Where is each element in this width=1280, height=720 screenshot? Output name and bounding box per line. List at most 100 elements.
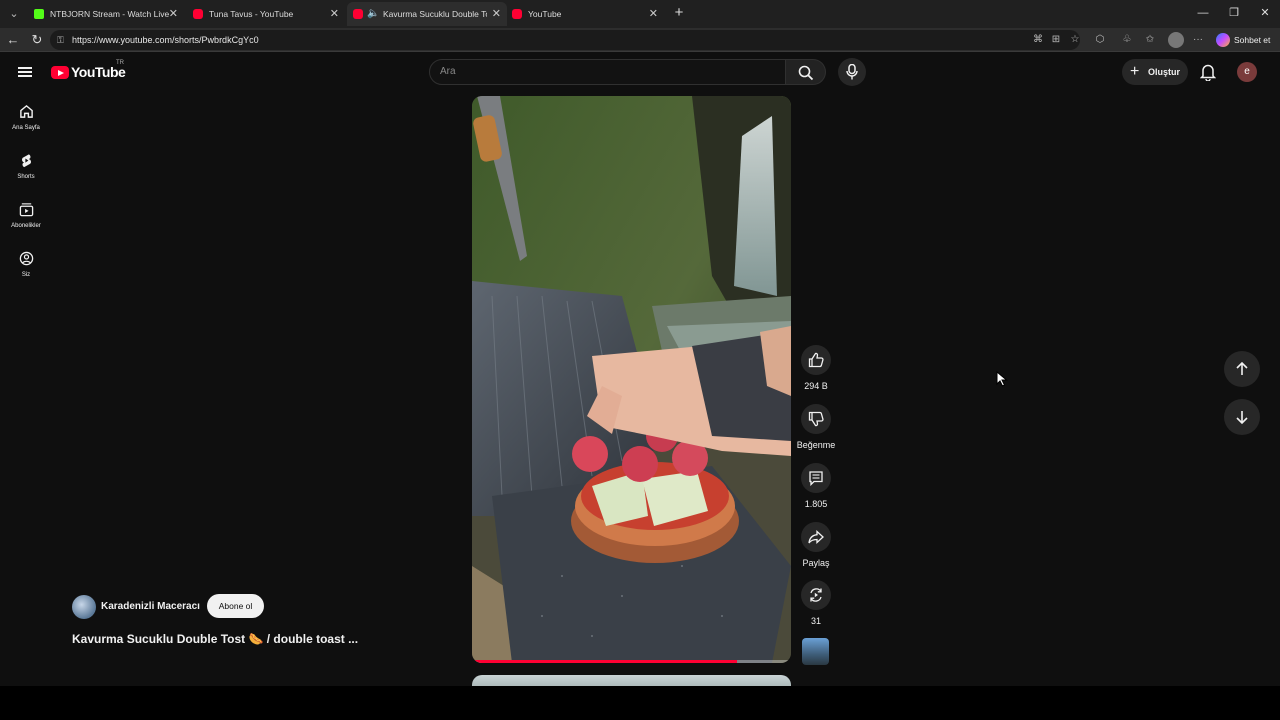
kick-icon	[34, 9, 44, 19]
share-action[interactable]: Paylaş	[796, 522, 836, 568]
speaker-icon[interactable]: 🔈	[367, 2, 379, 26]
extensions-icon[interactable]: ⬡	[1092, 32, 1108, 48]
browser-tab-kavurma[interactable]: 🔈 Kavurma Sucuklu Double Tost ✕	[347, 2, 507, 26]
guide-item-subscriptions[interactable]: Abonelikler	[4, 202, 48, 242]
guide-item-shorts[interactable]: Shorts	[4, 153, 48, 193]
like-count: 294 B	[804, 381, 828, 391]
screen-bottom-strip	[0, 686, 1280, 720]
short-title[interactable]: Kavurma Sucuklu Double Tost 🌭 / double t…	[72, 632, 392, 646]
dislike-button[interactable]	[801, 404, 831, 434]
browser-tab-tuna-tavus[interactable]: Tuna Tavus - YouTube ✕	[187, 2, 345, 26]
close-tab-icon[interactable]: ✕	[649, 2, 658, 26]
back-button[interactable]: ←	[4, 31, 22, 49]
close-tab-icon[interactable]: ✕	[330, 2, 339, 26]
notifications-icon[interactable]	[1198, 61, 1218, 83]
minimize-button[interactable]: —	[1193, 4, 1213, 22]
mouse-cursor-icon	[996, 371, 1008, 387]
microphone-icon	[846, 64, 858, 80]
comments-button[interactable]	[801, 463, 831, 493]
tab-title: YouTube	[528, 9, 562, 19]
short-video-player[interactable]	[472, 96, 791, 663]
tab-title: NTBJORN Stream - Watch Live on	[50, 9, 172, 19]
browser-tab-ntbjorn[interactable]: NTBJORN Stream - Watch Live on ✕	[28, 2, 184, 26]
new-tab-button[interactable]: +	[670, 3, 688, 23]
you-icon	[19, 251, 34, 266]
close-tab-icon[interactable]: ✕	[492, 2, 501, 26]
search-icon	[798, 65, 814, 81]
account-avatar[interactable]: e	[1237, 62, 1257, 82]
browser-toolbar: ← ↻ ⚿ https://www.youtube.com/shorts/Pwb…	[0, 28, 1280, 52]
copilot-chat-button[interactable]: Sohbet et	[1212, 30, 1276, 50]
video-frame	[472, 96, 791, 663]
create-button[interactable]: + Oluştur	[1122, 59, 1188, 85]
comment-count: 1.805	[804, 499, 828, 509]
close-window-button[interactable]: ✕	[1255, 4, 1275, 22]
region-code: TR	[116, 60, 124, 66]
favorite-star-icon[interactable]: ☆	[1067, 32, 1083, 48]
guide-item-label: Siz	[21, 272, 31, 278]
like-action[interactable]: 294 B	[796, 345, 836, 391]
copilot-label: Sohbet et	[1234, 35, 1271, 45]
sound-thumbnail[interactable]	[802, 638, 829, 665]
remix-button[interactable]	[801, 580, 831, 610]
site-info-icon[interactable]: ⚿	[57, 30, 64, 50]
youtube-wordmark: YouTube	[71, 64, 126, 80]
comments-action[interactable]: 1.805	[796, 463, 836, 509]
arrow-up-icon	[1236, 361, 1248, 375]
guide-item-label: Shorts	[17, 174, 35, 180]
next-short-button[interactable]	[1224, 399, 1260, 435]
tab-actions-menu-button[interactable]: ⌄	[4, 4, 24, 24]
guide-item-home[interactable]: Ana Sayfa	[4, 104, 48, 144]
subscriptions-icon	[19, 203, 34, 217]
voice-search-button[interactable]	[838, 58, 866, 86]
browser-profile-avatar[interactable]	[1168, 32, 1184, 48]
guide-item-label: Ana Sayfa	[12, 125, 40, 131]
browser-tab-bar: ⌄ NTBJORN Stream - Watch Live on ✕ Tuna …	[0, 0, 1280, 28]
plus-icon: +	[1130, 63, 1140, 80]
address-bar[interactable]: ⚿ https://www.youtube.com/shorts/PwbrdkC…	[50, 30, 1080, 50]
remix-icon	[810, 588, 822, 602]
translate-icon[interactable]: ⌘	[1030, 32, 1046, 48]
guide-menu-icon[interactable]	[18, 65, 34, 79]
channel-avatar[interactable]	[72, 595, 96, 619]
favorites-icon[interactable]: ✩	[1142, 32, 1158, 48]
browser-tab-youtube[interactable]: YouTube ✕	[506, 2, 664, 26]
channel-name[interactable]: Karadenizli Maceracı	[101, 601, 200, 612]
search-input[interactable]: Ara	[429, 59, 786, 85]
youtube-icon	[512, 9, 522, 19]
like-button[interactable]	[801, 345, 831, 375]
restore-button[interactable]: ❐	[1224, 4, 1244, 22]
tab-title: Tuna Tavus - YouTube	[209, 9, 294, 19]
previous-short-button[interactable]	[1224, 351, 1260, 387]
guide-item-label: Abonelikler	[11, 223, 41, 229]
app-available-icon[interactable]: ⊞	[1048, 32, 1064, 48]
thumbs-down-icon	[808, 411, 824, 427]
share-button[interactable]	[801, 522, 831, 552]
more-options-icon[interactable]: ···	[1190, 32, 1206, 48]
subscribe-button[interactable]: Abone ol	[207, 594, 264, 618]
youtube-page: YouTube TR Ara + Oluştur e Ana Sayfa Sho…	[0, 52, 1280, 686]
arrow-down-icon	[1236, 411, 1248, 425]
close-tab-icon[interactable]: ✕	[169, 2, 178, 26]
reload-button[interactable]: ↻	[28, 31, 46, 49]
search-button[interactable]	[786, 59, 826, 85]
next-short-preview[interactable]	[472, 675, 791, 686]
playback-progress-bar[interactable]	[472, 660, 791, 663]
playback-progress-fill	[472, 660, 737, 663]
remix-action[interactable]: 31	[796, 580, 836, 626]
thumbs-up-icon	[808, 352, 824, 368]
home-icon	[20, 104, 33, 118]
dislike-action[interactable]: Beğenme	[796, 404, 836, 450]
comment-icon	[809, 471, 823, 486]
copilot-icon	[1216, 33, 1230, 47]
youtube-icon	[193, 9, 203, 19]
remix-count: 31	[810, 616, 821, 626]
browser-essentials-icon[interactable]: ♧	[1119, 32, 1135, 48]
youtube-icon	[353, 9, 363, 19]
share-label: Paylaş	[802, 558, 830, 568]
youtube-play-icon	[51, 66, 69, 79]
guide-item-you[interactable]: Siz	[4, 251, 48, 291]
url-text: https://www.youtube.com/shorts/PwbrdkCgY…	[72, 35, 259, 45]
shorts-icon	[21, 154, 32, 168]
dislike-label: Beğenme	[796, 440, 836, 450]
